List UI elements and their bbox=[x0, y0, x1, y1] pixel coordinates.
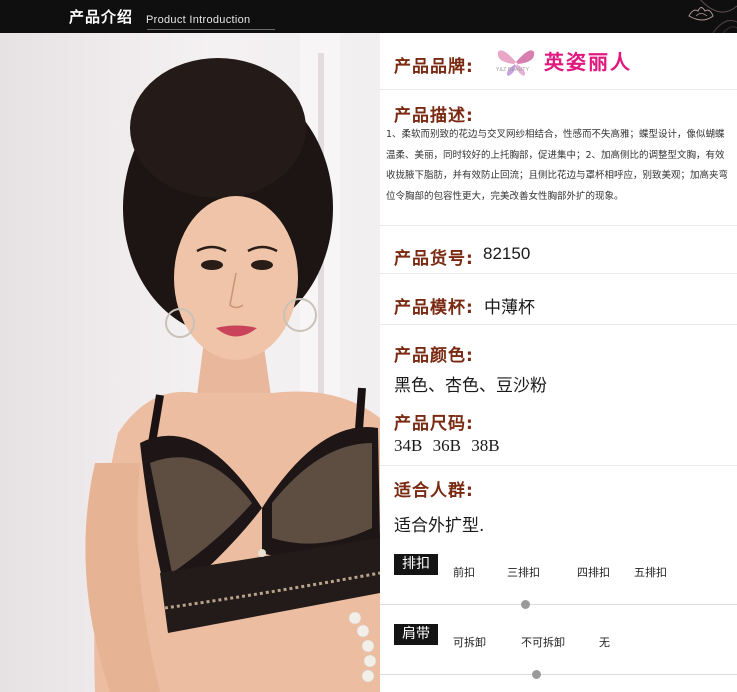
straps-tag: 肩带 bbox=[394, 624, 438, 645]
product-detail-page: 产品介绍 Product Introduction 产品品牌: Y&Z BEAU… bbox=[0, 0, 737, 692]
sizes-list: 34B 36B 38B bbox=[394, 436, 506, 456]
straps-option-fixed[interactable]: 不可拆卸 bbox=[521, 634, 565, 650]
hooks-option-four[interactable]: 四排扣 bbox=[577, 564, 610, 580]
size-option: 38B bbox=[471, 436, 500, 455]
header-title-en: Product Introduction bbox=[146, 14, 251, 26]
hooks-slider-track[interactable] bbox=[380, 604, 737, 605]
fit-value: 适合外扩型. bbox=[394, 516, 485, 536]
fit-label: 适合人群: bbox=[394, 481, 474, 501]
product-info-panel: 产品品牌: Y&Z BEAUTY 英姿丽人 产品描述: 1、柔软而别致的花边与交… bbox=[380, 33, 737, 692]
divider bbox=[380, 465, 737, 466]
lotus-ornament-icon bbox=[627, 0, 737, 33]
item-number-value: 82150 bbox=[483, 244, 531, 263]
colors-label: 产品颜色: bbox=[394, 346, 474, 366]
straps-slider-knob[interactable] bbox=[532, 670, 541, 679]
brand-label: 产品品牌: bbox=[394, 57, 474, 77]
divider bbox=[380, 225, 737, 226]
header-title-zh: 产品介绍 bbox=[69, 8, 134, 26]
straps-slider-track[interactable] bbox=[380, 674, 737, 675]
description-label: 产品描述: bbox=[394, 106, 474, 126]
divider bbox=[380, 89, 737, 90]
cup-label: 产品模杯: bbox=[394, 298, 474, 318]
brand-logo-subtitle: Y&Z BEAUTY bbox=[496, 67, 530, 73]
size-option: 36B bbox=[432, 436, 461, 455]
hooks-tag: 排扣 bbox=[394, 554, 438, 575]
model-photo bbox=[0, 33, 380, 692]
hooks-option-five[interactable]: 五排扣 bbox=[634, 564, 667, 580]
hooks-option-front[interactable]: 前扣 bbox=[453, 564, 475, 580]
sizes-label: 产品尺码: bbox=[394, 414, 474, 434]
item-number-label: 产品货号: bbox=[394, 249, 474, 269]
straps-option-detachable[interactable]: 可拆卸 bbox=[453, 634, 486, 650]
model-illustration bbox=[85, 33, 380, 692]
straps-option-none[interactable]: 无 bbox=[599, 634, 610, 650]
divider bbox=[380, 273, 737, 274]
description-text: 1、柔软而别致的花边与交叉网纱相结合，性感而不失高雅；蝶型设计，像似蝴蝶温柔、美… bbox=[386, 129, 729, 202]
section-header: 产品介绍 Product Introduction bbox=[0, 0, 737, 33]
hooks-option-three[interactable]: 三排扣 bbox=[507, 564, 540, 580]
colors-value: 黑色、杏色、豆沙粉 bbox=[394, 376, 547, 396]
brand-name: 英姿丽人 bbox=[544, 50, 632, 74]
header-underline bbox=[147, 29, 275, 30]
cup-value: 中薄杯 bbox=[484, 298, 535, 318]
size-option: 34B bbox=[394, 436, 423, 455]
divider bbox=[380, 324, 737, 325]
butterfly-logo-icon bbox=[497, 50, 535, 76]
hooks-slider-knob[interactable] bbox=[521, 600, 530, 609]
